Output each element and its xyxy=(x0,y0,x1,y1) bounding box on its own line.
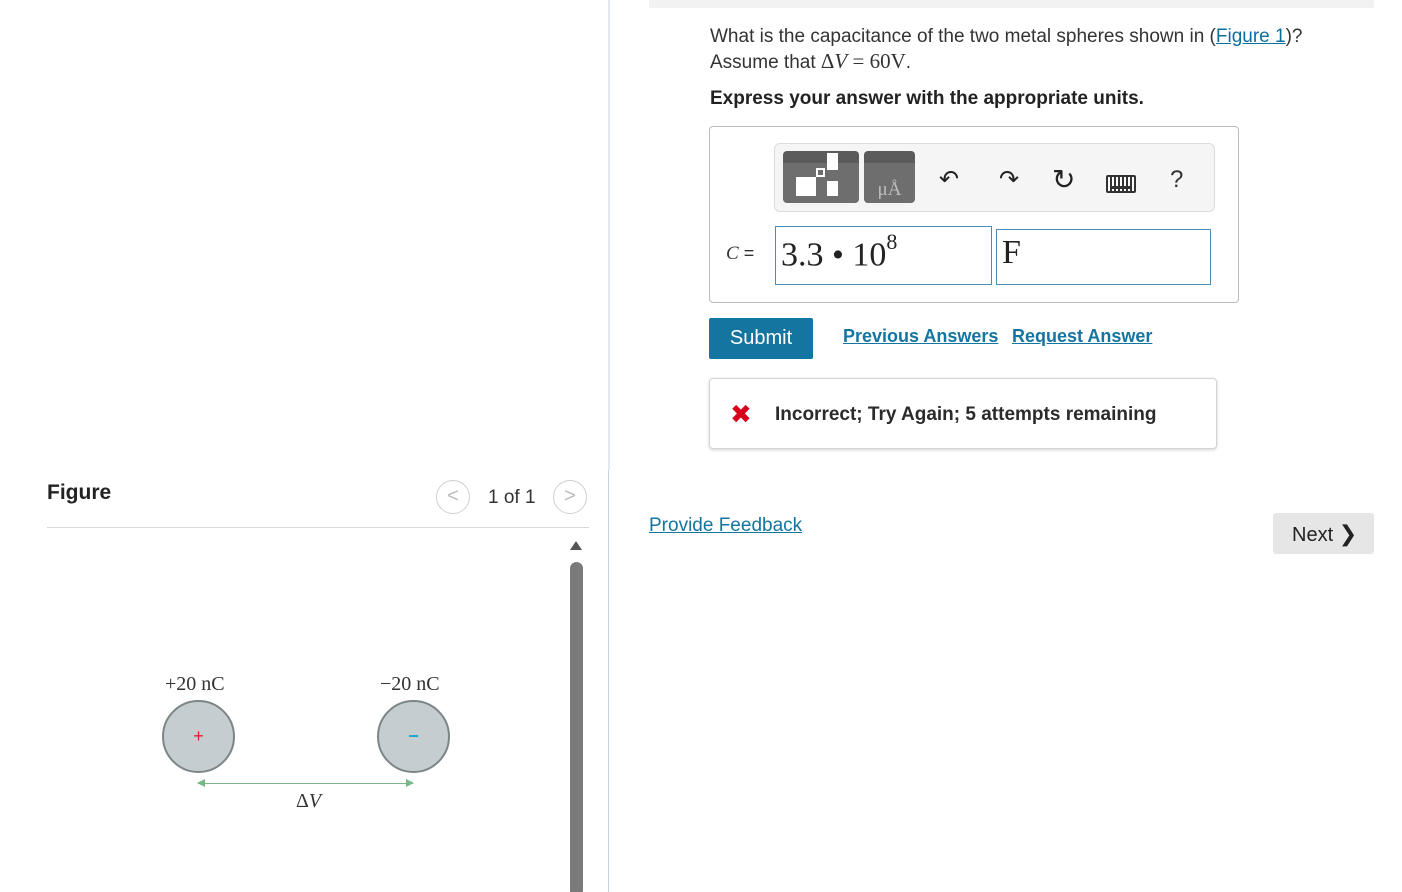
figure-title: Figure xyxy=(47,481,112,504)
question-text: What is the capacitance of the two metal… xyxy=(710,24,1350,75)
potential-difference-arrow xyxy=(197,779,414,787)
potential-difference-label: ΔV xyxy=(296,790,322,812)
answer-unit-input[interactable]: F xyxy=(996,229,1211,285)
panel-divider-shade xyxy=(608,0,610,470)
figure-pager: 1 of 1 xyxy=(488,487,536,508)
scrollbar-thumb[interactable] xyxy=(570,562,583,892)
question-tail: )? xyxy=(1285,26,1303,47)
assume-math: ΔV = 60V xyxy=(820,49,906,73)
top-strip xyxy=(649,0,1374,8)
previous-answers-link[interactable]: Previous Answers xyxy=(843,326,998,347)
scroll-up-arrow[interactable] xyxy=(570,541,582,550)
feedback-text: Incorrect; Try Again; 5 attempts remaini… xyxy=(775,404,1157,425)
figure-next-button[interactable]: > xyxy=(553,480,587,514)
negative-sphere: − xyxy=(377,700,450,773)
right-charge-label: −20 nC xyxy=(380,673,440,695)
figure-link[interactable]: Figure 1 xyxy=(1216,26,1286,47)
answer-variable-label: C = xyxy=(726,243,755,264)
figure-prev-button[interactable]: < xyxy=(436,480,470,514)
keyboard-icon[interactable] xyxy=(1106,175,1136,193)
redo-icon[interactable]: ↷ xyxy=(999,166,1019,194)
submit-button[interactable]: Submit xyxy=(709,318,813,359)
next-button[interactable]: Next ❯ xyxy=(1273,513,1374,554)
answer-value-input[interactable]: 3.3 • 108 xyxy=(775,226,992,285)
reset-icon[interactable]: ↻ xyxy=(1052,166,1075,194)
units-icon: μÅ xyxy=(877,179,902,200)
question-lead: What is the capacitance of the two metal… xyxy=(710,26,1216,47)
next-label: Next xyxy=(1292,524,1334,546)
undo-icon[interactable]: ↶ xyxy=(939,166,959,194)
help-icon[interactable]: ? xyxy=(1170,166,1183,194)
assume-suffix: . xyxy=(905,52,912,73)
incorrect-icon: ✖ xyxy=(730,399,752,429)
templates-icon xyxy=(796,177,816,196)
left-charge-label: +20 nC xyxy=(165,673,225,695)
assume-prefix: Assume that xyxy=(710,52,821,73)
instruction-text: Express your answer with the appropriate… xyxy=(710,88,1144,109)
chevron-right-icon: ❯ xyxy=(1338,521,1358,546)
units-button[interactable]: μÅ xyxy=(864,151,915,203)
request-answer-link[interactable]: Request Answer xyxy=(1012,326,1152,347)
figure-divider xyxy=(47,527,589,528)
templates-button[interactable] xyxy=(783,151,859,203)
provide-feedback-link[interactable]: Provide Feedback xyxy=(649,515,802,537)
positive-sphere: + xyxy=(162,700,235,773)
